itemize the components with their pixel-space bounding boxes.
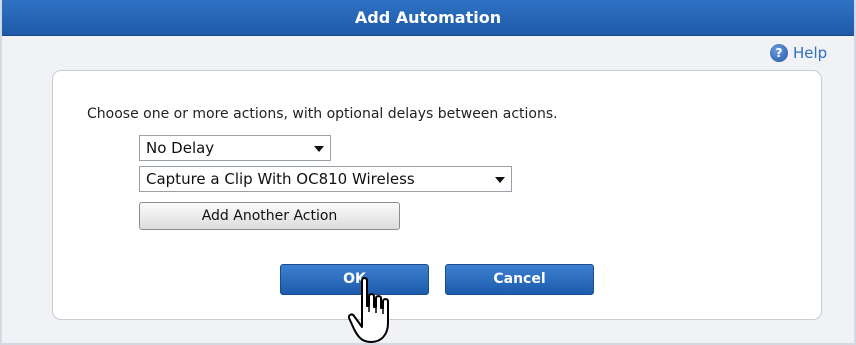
action-select-value: Capture a Clip With OC810 Wireless (146, 170, 415, 188)
delay-select-value: No Delay (146, 139, 215, 157)
add-another-action-button[interactable]: Add Another Action (139, 202, 400, 230)
dialog-title: Add Automation (2, 0, 854, 36)
delay-select[interactable]: No Delay (139, 135, 331, 161)
chevron-down-icon (495, 177, 505, 183)
cancel-button[interactable]: Cancel (445, 264, 594, 295)
add-automation-dialog: Add Automation ? Help Choose one or more… (0, 0, 856, 345)
help-question-icon: ? (770, 44, 788, 62)
help-label: Help (793, 44, 828, 62)
hand-pointer-cursor-icon (348, 277, 389, 343)
help-link[interactable]: ? Help (770, 43, 827, 63)
chevron-down-icon (314, 146, 324, 152)
action-select[interactable]: Capture a Clip With OC810 Wireless (139, 166, 512, 192)
instruction-text: Choose one or more actions, with optiona… (87, 106, 558, 122)
